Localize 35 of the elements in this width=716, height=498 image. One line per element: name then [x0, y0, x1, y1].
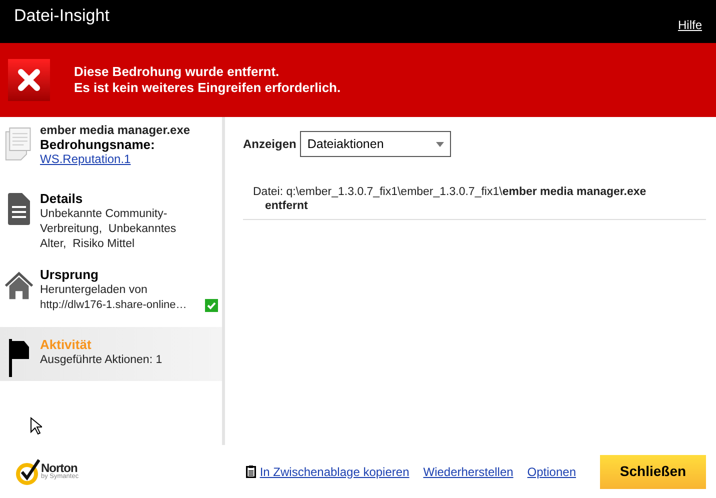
sidebar-item[interactable]: Ursprung Heruntergeladen von http://dlw176-1.share-online… [0, 265, 222, 327]
sidebar-item[interactable]: Aktivität Ausgeführte Aktionen: 1 [0, 327, 222, 381]
section-text: Unbekannte Community-Verbreitung, Unbekanntes Alter, Risiko Mittel [40, 207, 178, 252]
help-link[interactable]: Hilfe [678, 16, 702, 34]
document-icon [8, 193, 30, 225]
footer-link[interactable]: Optionen [527, 462, 576, 480]
cursor-icon [30, 417, 42, 435]
footer-link[interactable]: In Zwischenablage kopieren [260, 462, 410, 480]
error-icon [8, 59, 50, 101]
close-button[interactable]: Schließen [600, 454, 706, 488]
footer-link[interactable]: Wiederherstellen [423, 462, 514, 480]
clipboard-icon [246, 465, 256, 478]
section-text: Heruntergeladen von [40, 283, 148, 298]
check-logo-icon [16, 458, 40, 484]
flag-icon [9, 339, 29, 377]
section-title: Aktivität [40, 337, 92, 353]
house-icon [4, 269, 34, 301]
file-path: Datei: q:\ember_1.3.0.7_fix1\ember_1.3.0.7_fix1\ember media manager.exe [253, 185, 648, 199]
window-title: Datei-Insight [14, 5, 110, 27]
section-title: Details [40, 191, 84, 207]
caret-icon [436, 142, 444, 146]
sidebar-item[interactable]: Details Unbekannte Community-Verbreitung, Unbekanntes Alter, Risiko Mittel [0, 183, 222, 265]
action-status: entfernt [264, 199, 309, 213]
filter-label: Anzeigen [243, 136, 296, 153]
sidebar-item[interactable]: ember media manager.exe Bedrohungsname: WS.Reputation.1 [0, 121, 222, 183]
section-text: Ausgeführte Aktionen: 1 [40, 353, 164, 368]
logo-name: Norton [41, 462, 78, 474]
filter-dropdown[interactable]: Dateiaktionen [300, 131, 452, 157]
threat-label: Bedrohungsname: [40, 137, 156, 152]
origin-url: http://dlw176-1.share-online… [40, 298, 187, 313]
file-name: ember media manager.exe [40, 123, 192, 137]
section-title: Ursprung [40, 267, 100, 283]
alert-message: Diese Bedrohung wurde entfernt. [74, 64, 280, 80]
alert-message: Es ist kein weiteres Eingreifen erforderlich. [74, 80, 341, 96]
threat-link[interactable]: WS.Reputation.1 [40, 152, 218, 167]
